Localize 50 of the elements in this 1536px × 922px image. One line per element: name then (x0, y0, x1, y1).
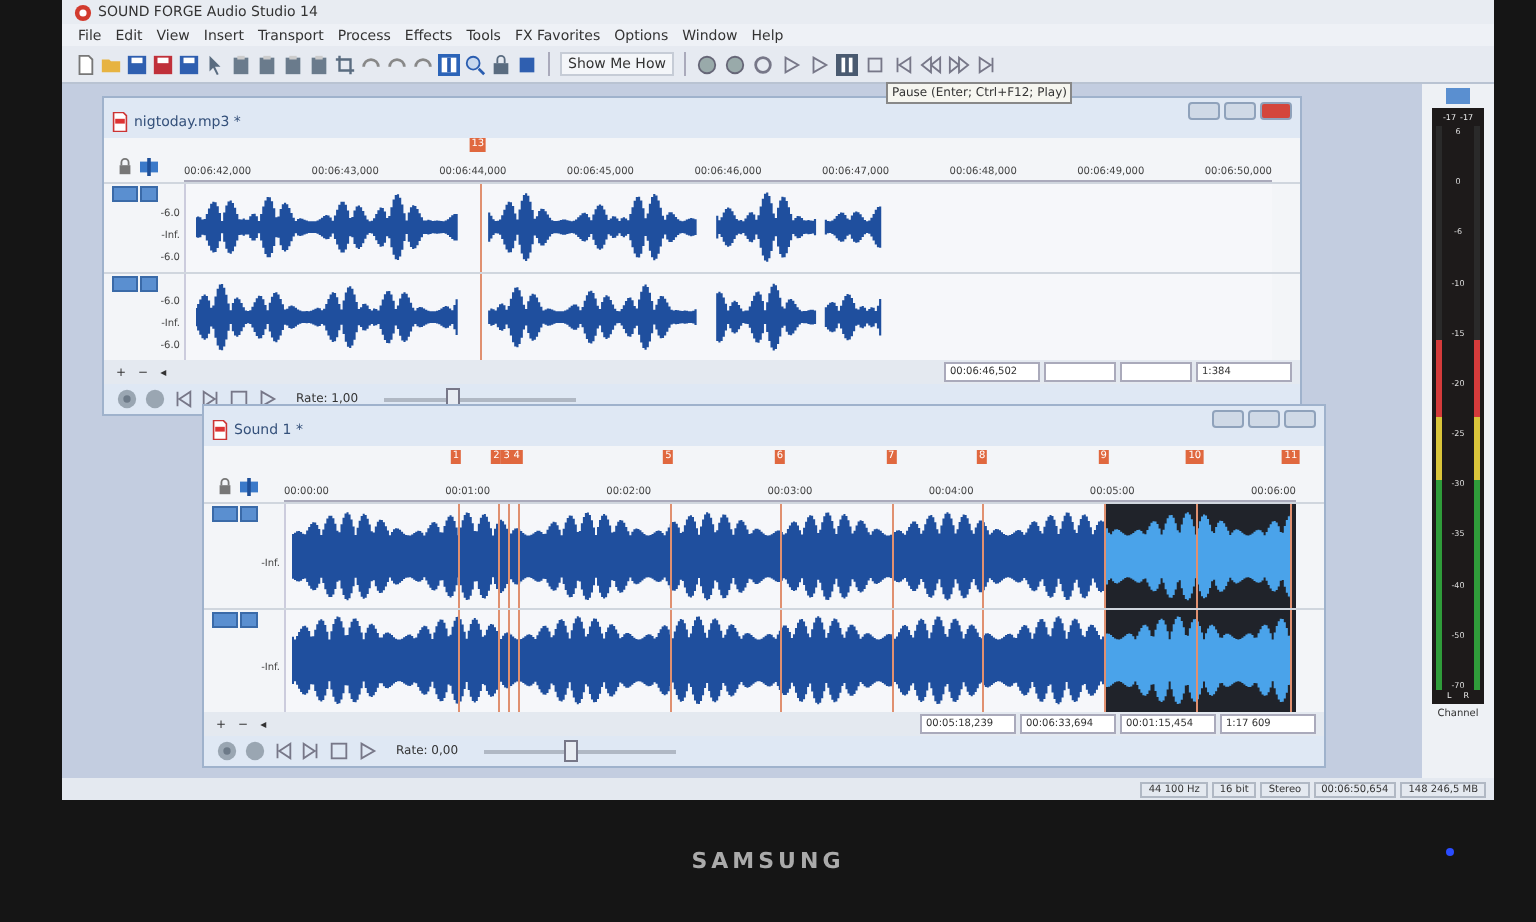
crop-icon[interactable] (334, 53, 356, 75)
record-icon[interactable] (244, 740, 266, 762)
minimize-button[interactable] (1188, 102, 1220, 120)
square-icon[interactable] (516, 53, 538, 75)
loop-icon[interactable] (751, 53, 774, 75)
play-icon[interactable] (256, 388, 278, 410)
rewind-icon[interactable] (919, 53, 942, 75)
skip-forward-icon[interactable] (200, 388, 222, 410)
play-icon[interactable] (779, 53, 802, 75)
play-icon[interactable] (356, 740, 378, 762)
lock-icon[interactable] (216, 478, 234, 496)
clipboard-icon[interactable] (282, 53, 304, 75)
lock-icon[interactable] (490, 53, 512, 75)
waveform-tool-icon[interactable] (240, 478, 258, 496)
stop-icon[interactable] (328, 740, 350, 762)
record-icon[interactable] (116, 388, 138, 410)
maximize-button[interactable] (1224, 102, 1256, 120)
fast-forward-icon[interactable] (947, 53, 970, 75)
audio-file-icon (112, 112, 128, 132)
pause-icon[interactable] (835, 53, 858, 75)
record-icon[interactable] (723, 53, 746, 75)
power-led-icon (1446, 848, 1454, 856)
maximize-button[interactable] (1248, 410, 1280, 428)
skip-back-icon[interactable] (172, 388, 194, 410)
clipboard-icon[interactable] (256, 53, 278, 75)
skip-back-icon[interactable] (891, 53, 914, 75)
record-icon[interactable] (695, 53, 718, 75)
cursor-icon[interactable] (204, 53, 226, 75)
audio-file-icon (212, 420, 228, 440)
time-field[interactable] (1044, 362, 1116, 382)
play-icon[interactable] (807, 53, 830, 75)
pages-icon[interactable] (230, 53, 252, 75)
lock-icon[interactable] (116, 158, 134, 176)
record-icon[interactable] (216, 740, 238, 762)
close-button[interactable] (1260, 102, 1292, 120)
magnifier-icon[interactable] (464, 53, 486, 75)
skip-forward-icon[interactable] (300, 740, 322, 762)
document-icon[interactable] (74, 53, 96, 75)
waveform-tool-icon[interactable] (140, 158, 158, 176)
clipboard-icon[interactable] (308, 53, 330, 75)
close-button[interactable] (1284, 410, 1316, 428)
record-icon[interactable] (144, 388, 166, 410)
skip-forward-icon[interactable] (975, 53, 998, 75)
brand-logo: SAMSUNG (691, 848, 845, 874)
minimize-button[interactable] (1212, 410, 1244, 428)
stop-icon[interactable] (863, 53, 886, 75)
time-field[interactable] (1120, 362, 1192, 382)
waveform-tool-icon[interactable] (438, 53, 460, 75)
app-logo-icon (74, 3, 92, 21)
skip-back-icon[interactable] (272, 740, 294, 762)
